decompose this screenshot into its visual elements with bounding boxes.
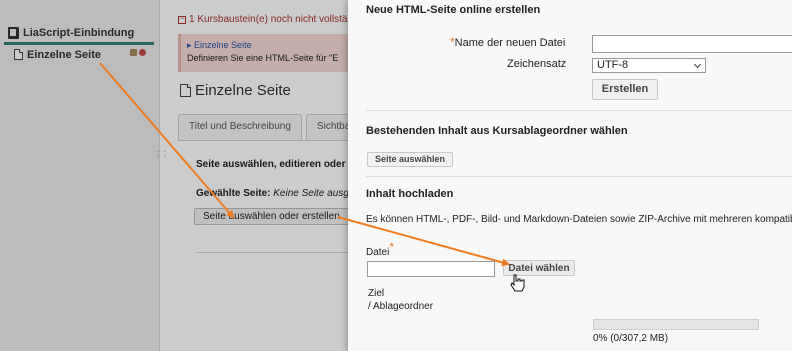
file-label-row: Datei* [366, 240, 394, 258]
section-divider [366, 110, 792, 111]
new-page-section-title: Neue HTML-Seite online erstellen [366, 4, 541, 16]
upload-description: Es können HTML-, PDF-, Bild- und Markdow… [366, 214, 792, 225]
charset-select[interactable]: UTF-8 [592, 58, 706, 73]
filename-input[interactable] [592, 35, 792, 53]
select-page-button[interactable]: Seite auswählen [367, 152, 453, 167]
filename-label-row: *Name der neuen Datei [450, 35, 565, 49]
upload-section-title: Inhalt hochladen [366, 188, 454, 200]
file-label: Datei [366, 247, 390, 258]
hand-cursor-icon [510, 274, 525, 292]
modal-backdrop [0, 0, 348, 351]
target-label: Ziel [368, 288, 385, 299]
create-button[interactable]: Erstellen [592, 79, 658, 100]
filename-label: Name der neuen Datei [454, 37, 566, 49]
section-divider [366, 176, 792, 177]
existing-content-section-title: Bestehenden Inhalt aus Kursablageordner … [366, 125, 628, 137]
chevron-down-icon [693, 60, 702, 69]
charset-label: Zeichensatz [507, 58, 567, 70]
charset-value: UTF-8 [597, 59, 629, 71]
page-chooser-modal: Neue HTML-Seite online erstellen *Name d… [348, 0, 792, 351]
quota-progress-bar [593, 319, 759, 330]
target-folder: / Ablageordner [368, 301, 434, 312]
required-marker: * [389, 240, 395, 254]
quota-text: 0% (0/307,2 MB) [593, 333, 669, 344]
file-path-field[interactable] [367, 261, 495, 277]
